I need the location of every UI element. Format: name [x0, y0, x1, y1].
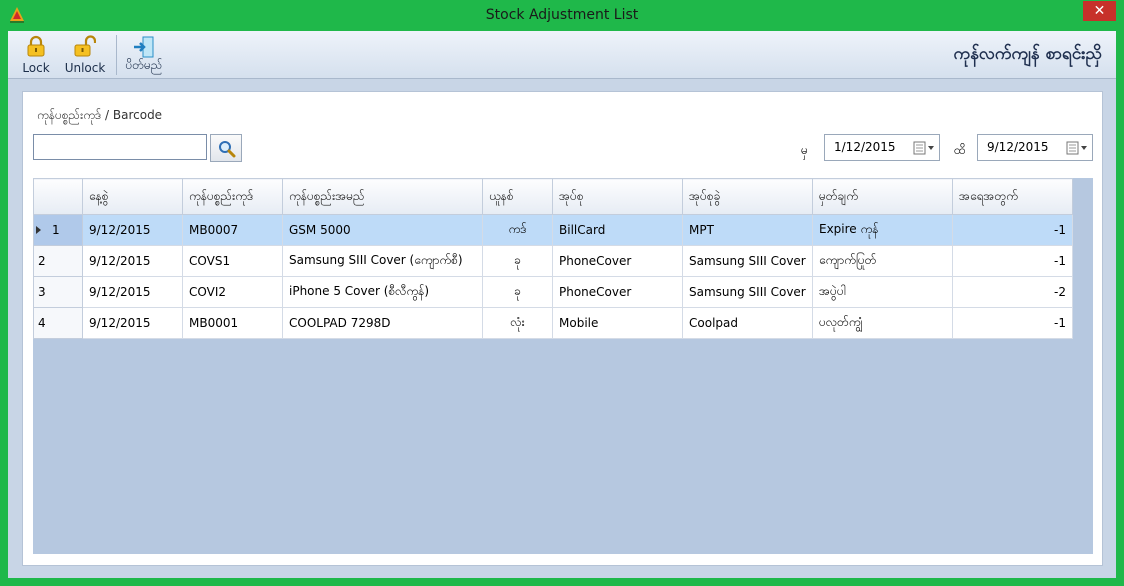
row-header[interactable]: 4	[33, 307, 83, 339]
unlock-icon	[74, 35, 96, 57]
to-date-value: 9/12/2015	[987, 140, 1049, 154]
cell-remark[interactable]: ပလုတ်ကျွံ	[812, 307, 953, 339]
cell-unit[interactable]: ခု	[482, 276, 553, 308]
column-header[interactable]: မှတ်ချက်	[812, 178, 953, 215]
cell-subgroup[interactable]: Coolpad	[682, 307, 813, 339]
column-header[interactable]: နေ့စွဲ	[82, 178, 183, 215]
column-header[interactable]: ကုန်ပစ္စည်းအမည်	[282, 178, 483, 215]
lock-icon	[27, 35, 45, 57]
cell-group[interactable]: PhoneCover	[552, 245, 683, 277]
current-row-arrow-icon	[36, 226, 41, 234]
row-number: 3	[38, 285, 46, 299]
toolbar-separator	[116, 35, 117, 75]
cell-subgroup[interactable]: MPT	[682, 214, 813, 246]
data-grid[interactable]: နေ့စွဲ ကုန်ပစ္စည်းကုဒ် ကုန်ပစ္စည်းအမည် ယ…	[33, 178, 1093, 554]
column-header[interactable]: ယူနစ်	[482, 178, 553, 215]
to-date-picker[interactable]: 9/12/2015	[977, 134, 1093, 161]
window-title: Stock Adjustment List	[485, 7, 639, 23]
row-number: 4	[38, 316, 46, 330]
cell-date[interactable]: 9/12/2015	[82, 307, 183, 339]
cell-date[interactable]: 9/12/2015	[82, 276, 183, 308]
unlock-label: Unlock	[64, 61, 106, 75]
cell-group[interactable]: PhoneCover	[552, 276, 683, 308]
cell-name[interactable]: COOLPAD 7298D	[282, 307, 483, 339]
to-date-label: ထိ	[954, 143, 966, 157]
table-row[interactable]: 2 9/12/2015 COVS1 Samsung SIII Cover (ကျ…	[33, 245, 1073, 277]
exit-label: ပိတ်မည်	[125, 58, 163, 72]
exit-door-icon	[134, 36, 154, 58]
cell-remark[interactable]: Expire ကုန်	[812, 214, 953, 246]
row-header[interactable]: 2	[33, 245, 83, 277]
from-date-picker[interactable]: 1/12/2015	[824, 134, 940, 161]
cell-code[interactable]: COVI2	[182, 276, 283, 308]
list-panel: ကုန်ပစ္စည်းကုဒ် / Barcode မှ 1/12/2015 ထ…	[22, 91, 1103, 566]
cell-qty[interactable]: -1	[952, 307, 1073, 339]
column-header[interactable]: အုပ်စုခွဲ	[682, 178, 813, 215]
cell-code[interactable]: MB0007	[182, 214, 283, 246]
cell-group[interactable]: BillCard	[552, 214, 683, 246]
cell-code[interactable]: COVS1	[182, 245, 283, 277]
table-row[interactable]: 4 9/12/2015 MB0001 COOLPAD 7298D လုံး Mo…	[33, 307, 1073, 339]
from-date-value: 1/12/2015	[834, 140, 896, 154]
cell-unit[interactable]: လုံး	[482, 307, 553, 339]
cell-date[interactable]: 9/12/2015	[82, 245, 183, 277]
row-number: 2	[38, 254, 46, 268]
row-number: 1	[52, 223, 60, 237]
cell-qty[interactable]: -1	[952, 214, 1073, 246]
unlock-button[interactable]: Unlock	[62, 33, 108, 77]
lock-label: Lock	[22, 61, 50, 75]
row-header-corner	[33, 178, 83, 215]
search-label: ကုန်ပစ္စည်းကုဒ် / Barcode	[37, 108, 163, 122]
lock-button[interactable]: Lock	[14, 33, 58, 77]
column-header[interactable]: အုပ်စု	[552, 178, 683, 215]
from-date-label: မှ	[801, 143, 808, 157]
cell-subgroup[interactable]: Samsung SIII Cover	[682, 276, 813, 308]
search-icon	[219, 141, 236, 158]
cell-unit[interactable]: ခု	[482, 245, 553, 277]
cell-remark[interactable]: အပွဲပါ	[812, 276, 953, 308]
content-area: ကုန်ပစ္စည်းကုဒ် / Barcode မှ 1/12/2015 ထ…	[8, 79, 1116, 578]
cell-qty[interactable]: -2	[952, 276, 1073, 308]
table-header-row: နေ့စွဲ ကုန်ပစ္စည်းကုဒ် ကုန်ပစ္စည်းအမည် ယ…	[33, 178, 1073, 215]
search-input[interactable]	[33, 134, 207, 160]
close-button[interactable]: ✕	[1083, 1, 1116, 21]
page-heading: ကုန်လက်ကျန် စာရင်းညှိ	[953, 44, 1102, 64]
cell-unit[interactable]: ကဒ်	[482, 214, 553, 246]
cell-remark[interactable]: ကျောက်ပြုတ်	[812, 245, 953, 277]
calendar-dropdown-icon	[913, 141, 934, 155]
cell-name[interactable]: GSM 5000	[282, 214, 483, 246]
row-header[interactable]: 3	[33, 276, 83, 308]
cell-group[interactable]: Mobile	[552, 307, 683, 339]
column-header[interactable]: ကုန်ပစ္စည်းကုဒ်	[182, 178, 283, 215]
cell-subgroup[interactable]: Samsung SIII Cover	[682, 245, 813, 277]
cell-name[interactable]: iPhone 5 Cover (စီလီကွန်)	[282, 276, 483, 308]
table-row[interactable]: 1 9/12/2015 MB0007 GSM 5000 ကဒ် BillCard…	[33, 214, 1073, 246]
title-bar[interactable]: Stock Adjustment List ✕	[0, 0, 1124, 31]
cell-qty[interactable]: -1	[952, 245, 1073, 277]
column-header[interactable]: အရေအတွက်	[952, 178, 1073, 215]
search-button[interactable]	[210, 134, 242, 162]
row-header[interactable]: 1	[33, 214, 83, 246]
table-row[interactable]: 3 9/12/2015 COVI2 iPhone 5 Cover (စီလီကွ…	[33, 276, 1073, 308]
app-window: Stock Adjustment List ✕ Lock Unlock ပိတ်…	[0, 0, 1124, 586]
toolbar: Lock Unlock ပိတ်မည် ကုန်လက်ကျန် စာရင်းညှ…	[8, 31, 1116, 79]
cell-code[interactable]: MB0001	[182, 307, 283, 339]
cell-date[interactable]: 9/12/2015	[82, 214, 183, 246]
adjustment-table: နေ့စွဲ ကုန်ပစ္စည်းကုဒ် ကုန်ပစ္စည်းအမည် ယ…	[33, 178, 1073, 339]
cell-name[interactable]: Samsung SIII Cover (ကျောက်စီ)	[282, 245, 483, 277]
exit-button[interactable]: ပိတ်မည်	[120, 33, 168, 77]
calendar-dropdown-icon	[1066, 141, 1087, 155]
